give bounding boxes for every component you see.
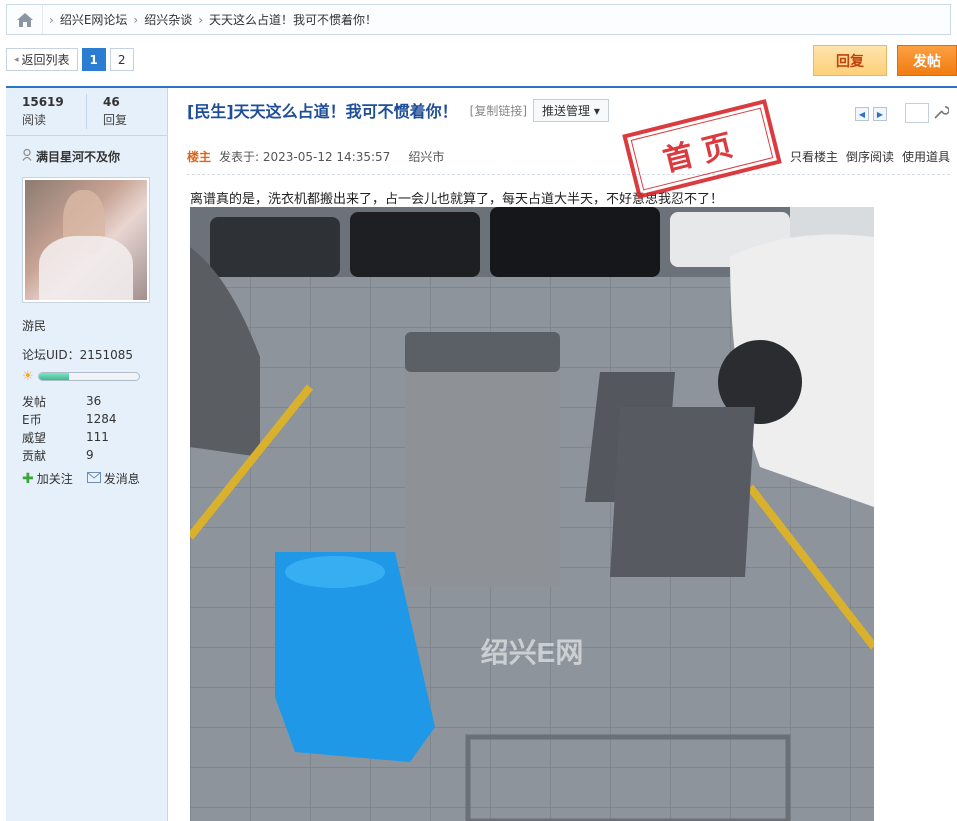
watermark-text: 绍兴E网 [481, 637, 584, 668]
breadcrumb-item-forum[interactable]: › 绍兴E网论坛 [43, 11, 127, 28]
replies-count: 46 [103, 95, 120, 109]
avatar[interactable] [22, 177, 150, 303]
homepage-stamp: 首页 [622, 99, 782, 199]
user-group: 游民 [22, 319, 47, 333]
wrench-icon[interactable] [933, 104, 950, 124]
thread-stats: 15619 阅读 46 回复 [6, 88, 167, 136]
user-uid: 论坛UID：2151085 [22, 348, 134, 362]
stat-posts: 发帖 36 [22, 394, 102, 409]
author-name[interactable]: 满目星河不及你 [6, 136, 167, 165]
only-author-link[interactable]: 只看楼主 [790, 148, 838, 165]
prev-thread-icon[interactable]: ◀ [855, 107, 869, 121]
pager: ◂ 返回列表 1 2 [6, 48, 134, 71]
page-2-button[interactable]: 2 [109, 48, 134, 71]
stat-prestige: 威望 111 [22, 430, 109, 445]
post-meta: 楼主 发表于: 2023-05-12 14:35:57 绍兴市 只看楼主 倒序阅… [187, 148, 950, 175]
user-stats: 发帖 36 E币 1284 威望 111 贡献 9 [6, 384, 167, 464]
next-thread-icon[interactable]: ▶ [873, 107, 887, 121]
user-icon [22, 148, 32, 164]
stat-contribution: 贡献 9 [22, 448, 94, 463]
push-manage-dropdown[interactable]: 推送管理 ▾ [533, 98, 609, 122]
follow-button[interactable]: ✚ 加关注 [22, 470, 73, 487]
plus-icon: ✚ [22, 470, 34, 487]
replies-label: 回复 [103, 113, 128, 127]
post-image[interactable]: 绍兴E网 [190, 207, 874, 821]
copy-link-button[interactable]: [复制链接] [470, 102, 527, 119]
home-icon[interactable] [7, 5, 43, 34]
chevron-left-icon: ◂ [14, 54, 19, 65]
breadcrumb: › 绍兴E网论坛 › 绍兴杂谈 › 天天这么占道！我可不惯着你！ [6, 4, 951, 35]
reverse-order-link[interactable]: 倒序阅读 [846, 148, 894, 165]
level-bar-fill [38, 373, 69, 380]
breadcrumb-item-thread[interactable]: › 天天这么占道！我可不惯着你！ [192, 11, 377, 28]
stat-ecoin: E币 1284 [22, 412, 117, 427]
envelope-icon [86, 471, 101, 486]
post-location: 绍兴市 [408, 150, 445, 164]
back-to-list-button[interactable]: ◂ 返回列表 [6, 48, 78, 71]
views-label: 阅读 [22, 113, 47, 127]
select-checkbox[interactable] [905, 103, 929, 123]
level-bar: ☀ [6, 363, 167, 384]
reply-button[interactable]: 回复 [813, 45, 887, 76]
use-item-link[interactable]: 使用道具 [902, 148, 950, 165]
floor-label: 楼主 [187, 150, 212, 164]
avatar-image [25, 180, 147, 300]
page-1-button[interactable]: 1 [81, 48, 106, 71]
breadcrumb-item-board[interactable]: › 绍兴杂谈 [127, 11, 192, 28]
sun-icon: ☀ [22, 369, 34, 384]
new-post-button[interactable]: 发帖 [897, 45, 957, 76]
views-count: 15619 [22, 95, 64, 109]
author-sidebar: 15619 阅读 46 回复 满目星河不及你 游民 论坛UID：2151085 ☀ … [6, 88, 168, 821]
thread-title: [民生]天天这么占道！我可不惯着你！ [187, 102, 458, 121]
publish-time: 发表于: 2023-05-12 14:35:57 [219, 150, 391, 164]
message-button[interactable]: 发消息 [86, 470, 140, 487]
